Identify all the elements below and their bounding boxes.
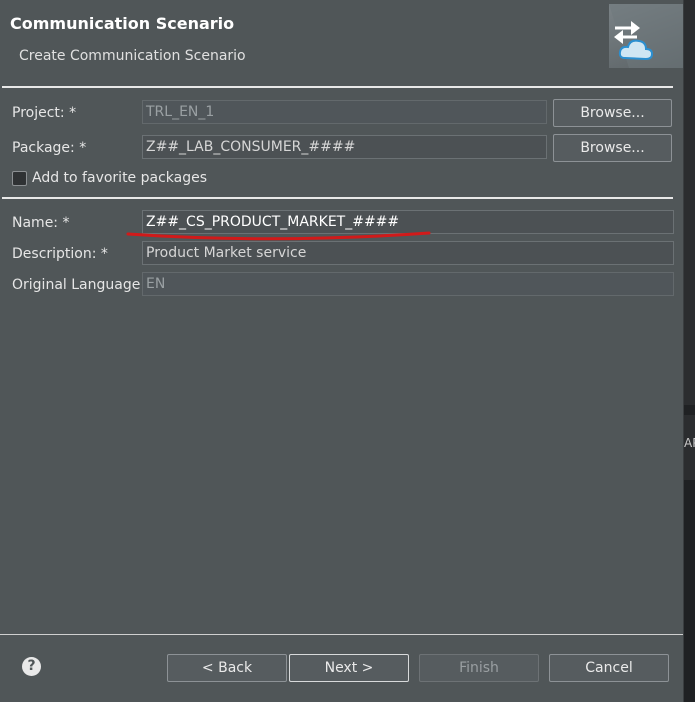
project-browse-button[interactable]: Browse... — [553, 99, 672, 127]
help-icon[interactable]: ? — [22, 657, 41, 676]
finish-button-label: Finish — [459, 660, 499, 676]
wizard-banner-image — [609, 4, 683, 68]
package-browse-button[interactable]: Browse... — [553, 134, 672, 162]
footer-separator — [0, 634, 683, 635]
communication-scenario-dialog: Communication Scenario Create Communicat… — [0, 0, 684, 702]
next-button-label: Next > — [324, 660, 374, 676]
original-language-field[interactable]: EN — [142, 272, 674, 296]
background-edge-text: AP — [684, 436, 695, 450]
back-button[interactable]: < Back — [167, 654, 287, 682]
project-label: Project: * — [12, 105, 77, 121]
description-label: Description: * — [12, 246, 108, 262]
page-subtitle: Create Communication Scenario — [19, 48, 246, 64]
finish-button[interactable]: Finish — [419, 654, 539, 682]
wizard-header: Communication Scenario Create Communicat… — [0, 0, 683, 86]
cancel-button[interactable]: Cancel — [549, 654, 669, 682]
project-browse-label: Browse... — [580, 105, 645, 121]
next-button[interactable]: Next > — [289, 654, 409, 682]
original-language-label: Original Language: — [12, 277, 146, 293]
cloud-exchange-icon — [609, 4, 683, 68]
back-button-label: < Back — [201, 660, 253, 676]
description-field[interactable]: Product Market service — [142, 241, 674, 265]
package-browse-label: Browse... — [580, 140, 645, 156]
background-window-edge — [684, 405, 695, 415]
page-title: Communication Scenario — [10, 14, 235, 33]
cancel-button-label: Cancel — [585, 660, 633, 676]
project-field[interactable]: TRL_EN_1 — [142, 100, 547, 124]
favorite-packages-label: Add to favorite packages — [32, 170, 208, 186]
section-separator — [2, 197, 673, 199]
favorite-packages-checkbox[interactable] — [12, 171, 27, 186]
package-field[interactable]: Z##_LAB_CONSUMER_#### — [142, 135, 547, 159]
background-window-edge-2 — [684, 480, 695, 702]
package-label: Package: * — [12, 140, 87, 156]
header-separator — [2, 86, 673, 88]
name-label: Name: * — [12, 215, 70, 231]
